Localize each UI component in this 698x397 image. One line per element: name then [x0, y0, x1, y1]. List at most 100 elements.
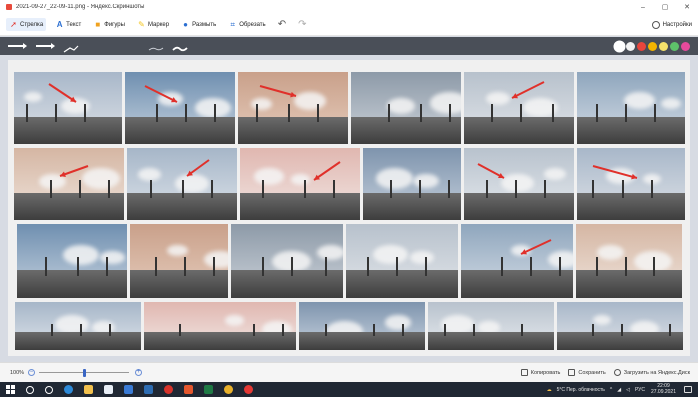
upload-label: Загрузить на Яндекс.Диск: [623, 369, 690, 376]
editor-toolbar: ➚ Стрелка A Текст ■ Фигуры ✎ Маркер ● Ра…: [0, 14, 698, 36]
zoom-slider-thumb[interactable]: [82, 368, 86, 377]
collage-photo: [363, 148, 461, 220]
zoom-out-button[interactable]: −: [28, 369, 35, 376]
collage-photo: [125, 72, 235, 144]
tool-label: Текст: [66, 21, 82, 28]
collage-photo: [461, 224, 573, 298]
collage-photo: [557, 302, 683, 350]
color-swatch[interactable]: [626, 41, 635, 51]
network-icon[interactable]: ◢: [617, 387, 621, 393]
tool-label: Маркер: [147, 21, 170, 28]
undo-button[interactable]: ↶: [275, 17, 289, 32]
red-arrow-annotation[interactable]: [240, 148, 360, 220]
color-swatch[interactable]: [615, 41, 624, 51]
undo-icon: ↶: [277, 19, 287, 30]
collage-photo: [14, 72, 122, 144]
color-swatch[interactable]: [648, 41, 657, 51]
gear-icon: [651, 20, 660, 29]
file-explorer-icon[interactable]: [84, 385, 93, 394]
color-swatch[interactable]: [637, 41, 646, 51]
tool-label: Фигуры: [104, 21, 125, 28]
collage-photo: [144, 302, 296, 350]
tool-label: Стрелка: [20, 21, 44, 28]
maximize-button[interactable]: ▢: [654, 3, 676, 11]
stroke-thick-option[interactable]: [171, 41, 189, 52]
redo-icon: ↷: [298, 19, 307, 30]
color-swatch[interactable]: [659, 41, 668, 51]
collage-photo: [127, 148, 237, 220]
marker-icon: ✎: [138, 20, 145, 29]
red-arrow-annotation[interactable]: [125, 72, 235, 144]
collage-photo: [464, 72, 574, 144]
chrome-icon[interactable]: [224, 385, 233, 394]
opera-icon[interactable]: [164, 385, 173, 394]
red-arrow-annotation[interactable]: [238, 72, 348, 144]
office-icon[interactable]: [184, 385, 193, 394]
clock[interactable]: 22:09 27.09.2021: [651, 383, 676, 395]
color-swatch[interactable]: [670, 41, 679, 51]
weather-icon[interactable]: ☁: [547, 387, 552, 393]
close-button[interactable]: ✕: [676, 3, 698, 11]
zoom-in-button[interactable]: +: [135, 369, 142, 376]
tool-blur[interactable]: ● Размыть: [178, 18, 219, 31]
color-palette: [613, 41, 690, 51]
notification-icon[interactable]: [684, 386, 692, 393]
collage-photo: [17, 224, 127, 298]
collage-photo: [240, 148, 360, 220]
minimize-button[interactable]: –: [632, 4, 654, 11]
collage-photo: [299, 302, 425, 350]
redo-button[interactable]: ↷: [295, 17, 309, 32]
red-arrow-annotation[interactable]: [461, 224, 573, 298]
copy-button[interactable]: Копировать: [520, 369, 561, 376]
window-title: 2021-09-27_22-09-11.png - Яндекс.Скриншо…: [16, 4, 145, 10]
collage-photo: [428, 302, 554, 350]
save-button[interactable]: Сохранить: [568, 369, 606, 376]
weather-text[interactable]: 5°C Пер. облачность: [557, 387, 605, 393]
task-view-icon[interactable]: [45, 385, 53, 394]
tool-text[interactable]: A Текст: [52, 18, 84, 31]
arrow-thin-option[interactable]: [6, 41, 28, 51]
collage-photo: [577, 72, 685, 144]
mail-icon[interactable]: [124, 385, 133, 394]
tool-arrow[interactable]: ➚ Стрелка: [6, 18, 47, 31]
red-arrow-annotation[interactable]: [464, 148, 574, 220]
outlook-icon[interactable]: [144, 385, 153, 394]
language-indicator[interactable]: РУС: [635, 387, 645, 393]
color-swatch[interactable]: [681, 41, 690, 51]
tool-label: Обрезать: [239, 21, 266, 28]
arrow-icon: ➚: [10, 20, 17, 29]
collage-photo: [130, 224, 228, 298]
shapes-icon: ■: [95, 20, 101, 29]
windows-start-icon[interactable]: [6, 385, 15, 394]
tool-marker[interactable]: ✎ Маркер: [134, 18, 172, 31]
tray-overflow-icon[interactable]: ^: [610, 387, 612, 393]
arrow-thick-option[interactable]: [34, 41, 56, 51]
settings-button[interactable]: Настройки: [651, 20, 692, 29]
copy-icon: [520, 369, 528, 376]
yandex-browser-icon[interactable]: [244, 385, 253, 394]
status-bar: 100% − + Копировать Сохранить Загрузить …: [0, 362, 698, 382]
zoom-slider[interactable]: [39, 368, 129, 377]
tool-shapes[interactable]: ■ Фигуры: [90, 18, 128, 31]
red-arrow-annotation[interactable]: [577, 148, 685, 220]
search-icon[interactable]: [26, 385, 34, 394]
title-bar: 2021-09-27_22-09-11.png - Яндекс.Скриншо…: [0, 0, 698, 14]
arrow-curved-option[interactable]: [62, 41, 80, 53]
edge-icon[interactable]: [64, 385, 73, 394]
upload-button[interactable]: Загрузить на Яндекс.Диск: [613, 369, 690, 376]
settings-label: Настройки: [662, 21, 692, 28]
text-icon: A: [56, 20, 63, 29]
red-arrow-annotation[interactable]: [464, 72, 574, 144]
volume-icon[interactable]: ◁: [626, 387, 630, 393]
red-arrow-annotation[interactable]: [127, 148, 237, 220]
excel-icon[interactable]: [204, 385, 213, 394]
red-arrow-annotation[interactable]: [14, 148, 124, 220]
tool-crop[interactable]: ⌗ Обрезать: [225, 18, 268, 31]
red-arrow-annotation[interactable]: [14, 72, 122, 144]
screenshot-canvas[interactable]: [8, 60, 690, 356]
stroke-thin-option[interactable]: [147, 41, 165, 51]
copy-label: Копировать: [530, 369, 561, 376]
collage-photo: [577, 148, 685, 220]
store-icon[interactable]: [104, 385, 113, 394]
crop-icon: ⌗: [230, 20, 235, 29]
